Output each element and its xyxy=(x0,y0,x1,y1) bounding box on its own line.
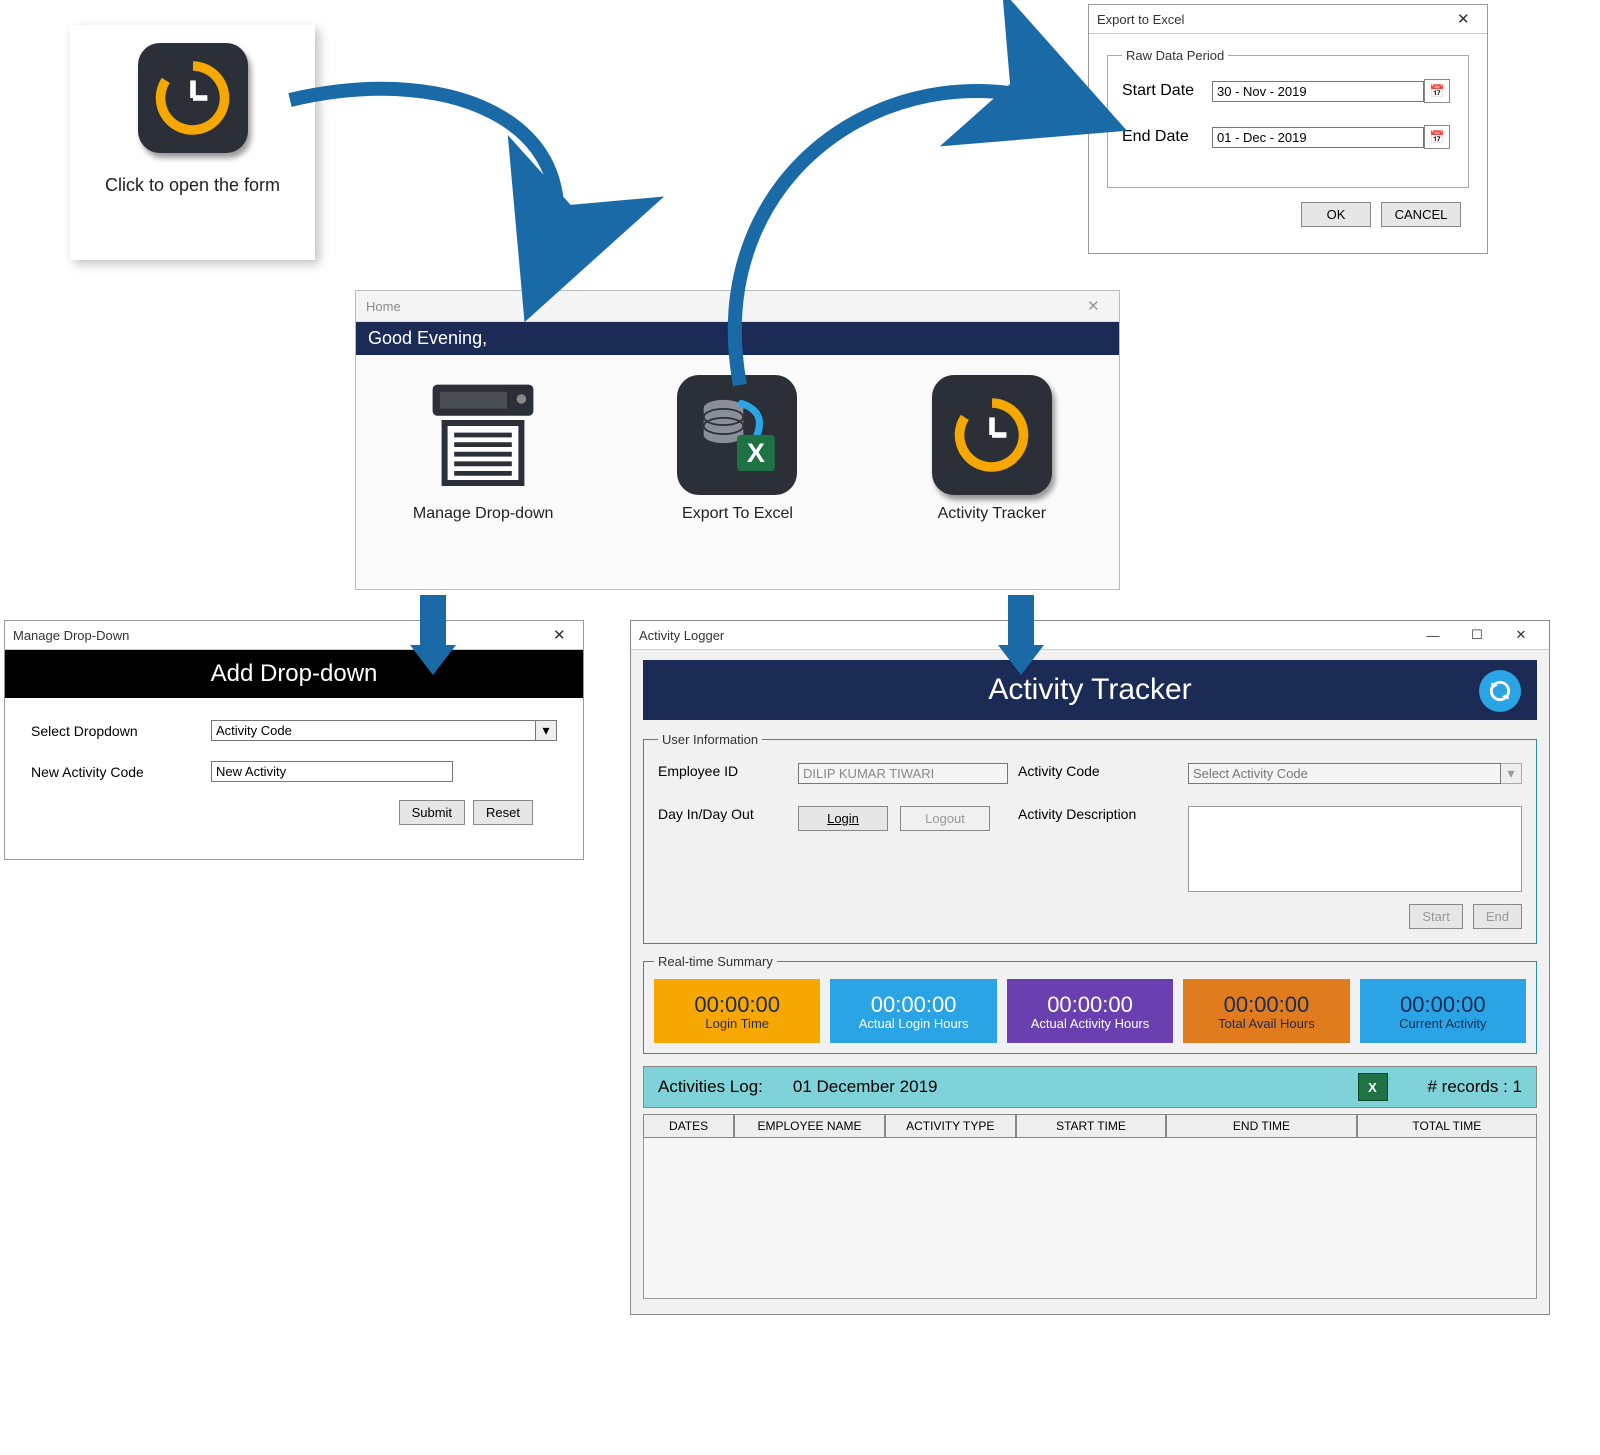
chevron-down-icon[interactable]: ▾ xyxy=(1501,763,1522,784)
realtime-box: 00:00:00Total Avail Hours xyxy=(1183,979,1349,1043)
ok-button[interactable]: OK xyxy=(1301,202,1371,227)
column-header: END TIME xyxy=(1166,1114,1356,1138)
excel-export-icon[interactable]: X xyxy=(1358,1073,1388,1101)
column-header: ACTIVITY TYPE xyxy=(885,1114,1016,1138)
export-group-label: Raw Data Period xyxy=(1122,48,1228,63)
user-info-group: User Information xyxy=(658,732,762,747)
realtime-box: 00:00:00Current Activity xyxy=(1360,979,1526,1043)
logger-header: Activity Tracker xyxy=(643,660,1537,720)
db-excel-icon: X xyxy=(692,390,782,480)
realtime-row: 00:00:00Login Time00:00:00Actual Login H… xyxy=(654,979,1526,1043)
manage-header: Add Drop-down xyxy=(5,650,583,698)
logout-button[interactable]: Logout xyxy=(900,806,990,831)
manage-titlebar: Manage Drop-Down ✕ xyxy=(5,621,583,650)
activity-code-label: Activity Code xyxy=(1018,763,1188,779)
close-icon[interactable]: ✕ xyxy=(1087,297,1109,315)
activity-code-select[interactable] xyxy=(1188,763,1501,784)
tile-export-excel[interactable]: X Export To Excel xyxy=(652,375,822,523)
refresh-button[interactable] xyxy=(1479,670,1521,712)
activity-desc-label: Activity Description xyxy=(1018,806,1188,822)
realtime-group: Real-time Summary xyxy=(654,954,777,969)
start-date-input[interactable] xyxy=(1212,81,1424,102)
column-header: TOTAL TIME xyxy=(1357,1114,1537,1138)
home-window: Home ✕ Good Evening, Manage Drop-down xyxy=(355,290,1120,590)
end-date-label: End Date xyxy=(1122,128,1212,146)
calendar-icon[interactable]: 📅 xyxy=(1424,79,1450,103)
reset-button[interactable]: Reset xyxy=(473,800,533,825)
log-label: Activities Log: xyxy=(658,1077,763,1097)
end-button[interactable]: End xyxy=(1473,904,1522,929)
launcher-caption: Click to open the form xyxy=(70,175,315,196)
end-date-input[interactable] xyxy=(1212,127,1424,148)
column-header: EMPLOYEE NAME xyxy=(734,1114,885,1138)
clock-icon xyxy=(153,58,233,138)
minimize-icon[interactable]: — xyxy=(1413,624,1453,646)
activities-log-bar: Activities Log: 01 December 2019 X # rec… xyxy=(643,1066,1537,1108)
logger-title: Activity Logger xyxy=(639,628,724,643)
tile-label: Manage Drop-down xyxy=(413,505,554,523)
select-dropdown-label: Select Dropdown xyxy=(31,723,211,739)
new-activity-input[interactable] xyxy=(211,761,453,782)
logger-header-text: Activity Tracker xyxy=(988,673,1191,707)
refresh-icon xyxy=(1487,678,1513,704)
export-dialog: Export to Excel ✕ Raw Data Period Start … xyxy=(1088,4,1488,254)
employee-id-label: Employee ID xyxy=(658,763,798,779)
close-icon[interactable]: ✕ xyxy=(553,626,575,644)
day-in-out-label: Day In/Day Out xyxy=(658,806,798,822)
login-button[interactable]: Login xyxy=(798,806,888,831)
tile-label: Export To Excel xyxy=(682,505,793,523)
launcher-card: Click to open the form xyxy=(70,25,315,260)
home-titlebar: Home ✕ xyxy=(356,291,1119,322)
manage-dropdown-window: Manage Drop-Down ✕ Add Drop-down Select … xyxy=(4,620,584,860)
greeting-bar: Good Evening, xyxy=(356,322,1119,355)
realtime-box: 00:00:00Actual Activity Hours xyxy=(1007,979,1173,1043)
column-header: DATES xyxy=(643,1114,734,1138)
records-count: # records : 1 xyxy=(1428,1077,1523,1097)
printer-icon xyxy=(423,375,543,495)
home-title: Home xyxy=(366,299,401,314)
clock-icon xyxy=(952,395,1032,475)
manage-title: Manage Drop-Down xyxy=(13,628,129,643)
calendar-icon[interactable]: 📅 xyxy=(1424,125,1450,149)
logger-titlebar: Activity Logger — ☐ ✕ xyxy=(631,621,1549,650)
chevron-down-icon[interactable]: ▾ xyxy=(536,720,557,741)
app-logo-icon[interactable] xyxy=(138,43,248,153)
tile-activity-tracker[interactable]: Activity Tracker xyxy=(907,375,1077,523)
close-icon[interactable]: ✕ xyxy=(1457,10,1479,28)
maximize-icon[interactable]: ☐ xyxy=(1457,624,1497,646)
cancel-button[interactable]: CANCEL xyxy=(1381,202,1461,227)
employee-id-field xyxy=(798,763,1008,784)
new-activity-label: New Activity Code xyxy=(31,764,211,780)
submit-button[interactable]: Submit xyxy=(399,800,465,825)
log-table-header: DATESEMPLOYEE NAMEACTIVITY TYPESTART TIM… xyxy=(643,1114,1537,1138)
close-icon[interactable]: ✕ xyxy=(1501,624,1541,646)
start-button[interactable]: Start xyxy=(1409,904,1462,929)
log-table-body xyxy=(643,1138,1537,1299)
realtime-box: 00:00:00Login Time xyxy=(654,979,820,1043)
tile-manage-dropdown[interactable]: Manage Drop-down xyxy=(398,375,568,523)
log-date: 01 December 2019 xyxy=(793,1077,938,1097)
activity-desc-input[interactable] xyxy=(1188,806,1522,892)
realtime-box: 00:00:00Actual Login Hours xyxy=(830,979,996,1043)
svg-text:X: X xyxy=(747,438,765,468)
tile-label: Activity Tracker xyxy=(938,505,1046,523)
activity-logger-window: Activity Logger — ☐ ✕ Activity Tracker U… xyxy=(630,620,1550,1315)
export-title: Export to Excel xyxy=(1097,12,1184,27)
select-dropdown-field[interactable] xyxy=(211,720,536,741)
export-titlebar: Export to Excel ✕ xyxy=(1089,5,1487,34)
column-header: START TIME xyxy=(1016,1114,1167,1138)
start-date-label: Start Date xyxy=(1122,82,1212,100)
